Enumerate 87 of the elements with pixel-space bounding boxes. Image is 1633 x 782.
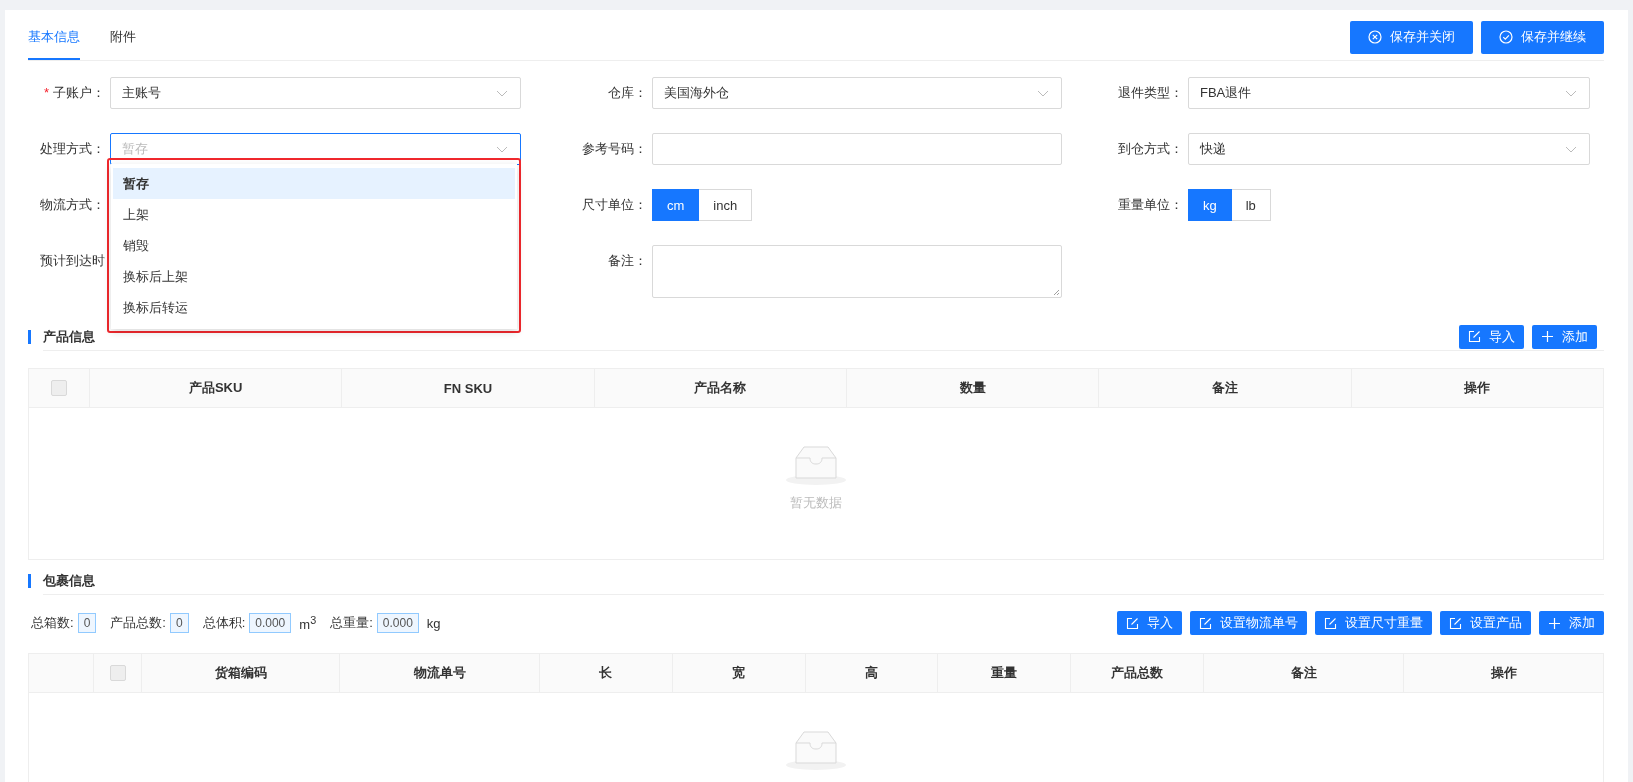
- column-header: 宽: [732, 664, 746, 682]
- field-label: 重量单位：: [1118, 197, 1183, 212]
- summary-value: 0: [77, 613, 97, 633]
- select-field[interactable]: 美国海外仓: [652, 77, 1062, 109]
- column-header: 备注: [1212, 379, 1238, 397]
- unit-option[interactable]: inch: [699, 189, 753, 221]
- action-button[interactable]: 添加: [1539, 611, 1604, 635]
- empty-inbox-icon: [784, 444, 848, 486]
- close-icon: [1368, 30, 1382, 44]
- field-label: 到仓方式：: [1118, 141, 1183, 156]
- select-field[interactable]: 快递: [1188, 133, 1590, 165]
- field-label: 尺寸单位：: [582, 197, 647, 212]
- column-header: 重量: [991, 664, 1018, 682]
- field-label: 退件类型：: [1118, 85, 1183, 100]
- dropdown-option[interactable]: 上架: [113, 199, 515, 230]
- column-header: 产品SKU: [188, 379, 243, 397]
- column-header: 长: [599, 664, 613, 682]
- chevron-down-icon: [496, 146, 508, 154]
- save-button[interactable]: 保存并关闭: [1350, 20, 1473, 54]
- action-button[interactable]: 添加: [1532, 324, 1597, 349]
- check-circle-icon: [1499, 30, 1513, 44]
- action-button[interactable]: 设置物流单号: [1190, 611, 1307, 635]
- dropdown-option[interactable]: 销毁: [113, 230, 515, 261]
- dropdown-option[interactable]: 换标后上架: [113, 261, 515, 292]
- column-header: FN SKU: [443, 380, 493, 396]
- plus-icon: [1548, 616, 1561, 630]
- text-area[interactable]: [652, 245, 1062, 298]
- action-button[interactable]: 导入: [1117, 611, 1182, 635]
- summary-value: 0.000: [249, 613, 292, 633]
- field-label: 子账户：: [53, 85, 105, 100]
- column-header: 高: [865, 664, 878, 682]
- column-header: 数量: [959, 379, 986, 397]
- field-label: 处理方式：: [40, 141, 105, 156]
- unit-option[interactable]: cm: [652, 189, 700, 221]
- dropdown-option[interactable]: 暂存: [113, 168, 515, 199]
- dropdown-option[interactable]: 换标后转运: [113, 292, 515, 323]
- field-label: 参考号码：: [582, 141, 647, 156]
- unit-label: kg: [426, 615, 441, 631]
- select-field[interactable]: FBA退件: [1188, 77, 1590, 109]
- section-title: 产品信息: [43, 327, 95, 346]
- column-header: 操作: [1490, 664, 1517, 682]
- column-header: 产品总数: [1111, 664, 1164, 682]
- summary-label: 总体积:: [202, 614, 246, 632]
- chevron-down-icon: [1565, 146, 1577, 154]
- summary-label: 总箱数:: [31, 614, 74, 632]
- section-marker: [28, 574, 31, 588]
- unit-option[interactable]: kg: [1188, 189, 1232, 221]
- unit-label: m$^{3}$: [299, 613, 317, 633]
- summary-value: 0.000: [376, 613, 419, 633]
- column-header: 操作: [1464, 379, 1491, 397]
- section-marker: [28, 330, 31, 344]
- chevron-down-icon: [496, 90, 508, 98]
- chevron-down-icon: [1037, 90, 1049, 98]
- select-field[interactable]: 主账号: [110, 77, 521, 109]
- empty-inbox-icon: [784, 729, 848, 771]
- edit-icon: [1126, 616, 1139, 630]
- field-label: 仓库：: [608, 85, 647, 100]
- action-button[interactable]: 导入: [1459, 324, 1524, 349]
- chevron-down-icon: [1565, 90, 1577, 98]
- section-title: 包裹信息: [43, 571, 95, 590]
- checkbox[interactable]: [51, 380, 67, 396]
- resize-grip-icon: [1053, 289, 1060, 296]
- action-button[interactable]: 设置尺寸重量: [1315, 611, 1432, 635]
- summary-value: 0: [169, 613, 189, 633]
- field-label: 物流方式：: [40, 197, 105, 212]
- save-button[interactable]: 保存并继续: [1481, 20, 1604, 54]
- action-button[interactable]: 设置产品: [1440, 611, 1531, 635]
- plus-icon: [1541, 330, 1554, 343]
- column-header: 备注: [1290, 664, 1317, 682]
- column-header: 物流单号: [413, 664, 466, 682]
- unit-option[interactable]: lb: [1231, 189, 1271, 221]
- tab[interactable]: 附件: [110, 28, 136, 60]
- summary-label: 产品总数:: [110, 614, 166, 632]
- tab[interactable]: 基本信息: [28, 28, 80, 60]
- required-mark: *: [43, 85, 49, 100]
- empty-text: 暂无数据: [790, 494, 842, 512]
- edit-icon: [1324, 616, 1337, 630]
- field-label: 备注：: [608, 253, 647, 268]
- column-header: 货箱编码: [214, 664, 267, 682]
- field-label: 预计到达时: [40, 253, 105, 268]
- edit-icon: [1449, 616, 1462, 630]
- edit-icon: [1468, 330, 1481, 343]
- column-header: 产品名称: [694, 379, 747, 397]
- input-field[interactable]: [652, 133, 1062, 165]
- summary-label: 总重量:: [330, 614, 373, 632]
- checkbox[interactable]: [109, 665, 126, 681]
- edit-icon: [1199, 616, 1212, 630]
